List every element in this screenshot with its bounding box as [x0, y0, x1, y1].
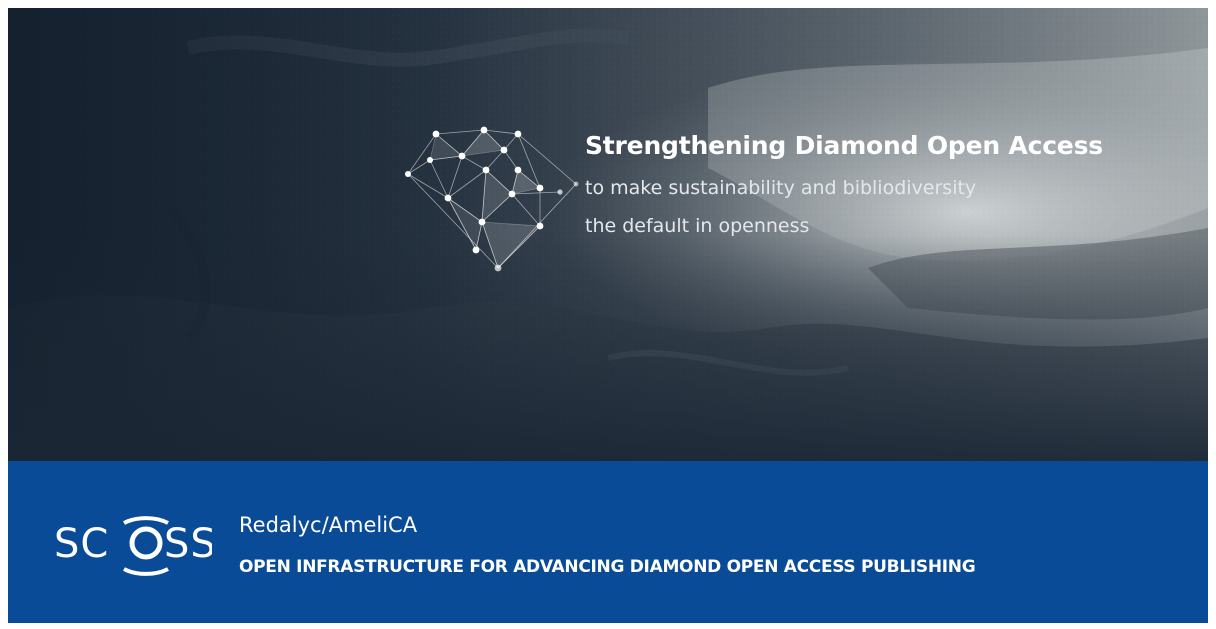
hero-headline: Strengthening Diamond Open Access to mak…: [585, 126, 1185, 248]
hero-section: Strengthening Diamond Open Access to mak…: [8, 8, 1208, 461]
project-name: Redalyc/AmeliCA: [239, 513, 418, 537]
scoss-logo: SC SS: [54, 516, 212, 576]
hero-title: Strengthening Diamond Open Access: [585, 131, 1103, 160]
svg-text:SC: SC: [54, 521, 109, 567]
promo-image: Strengthening Diamond Open Access to mak…: [8, 8, 1208, 623]
banner-tagline: OPEN INFRASTRUCTURE FOR ADVANCING DIAMON…: [239, 557, 976, 577]
diamond-network-icon: [405, 126, 579, 272]
svg-text:SS: SS: [164, 521, 212, 567]
bottom-banner: SC SS Redalyc/AmeliCA OPEN INFRASTRUCTUR…: [8, 461, 1208, 623]
hero-subtitle-line-2: the default in openness: [585, 215, 810, 237]
